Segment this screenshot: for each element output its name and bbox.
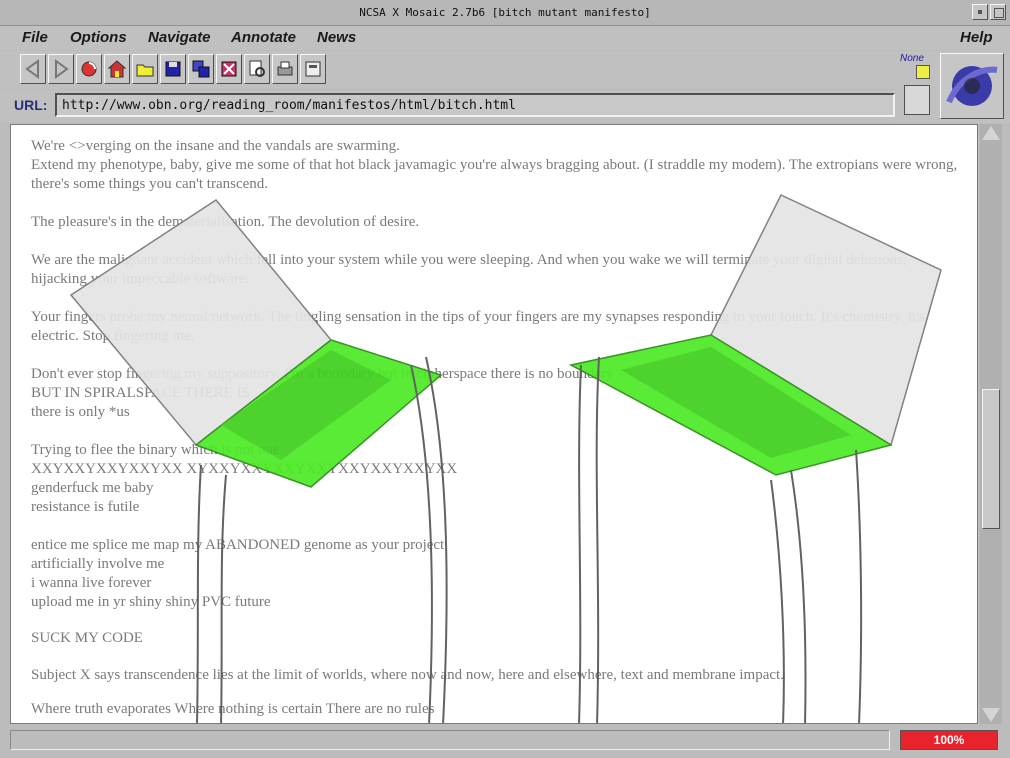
forward-button[interactable] bbox=[48, 54, 74, 84]
menu-news[interactable]: News bbox=[317, 29, 356, 46]
open-button[interactable] bbox=[132, 54, 158, 84]
minimize-button[interactable] bbox=[972, 4, 988, 20]
menu-options[interactable]: Options bbox=[70, 29, 127, 46]
find-button[interactable] bbox=[244, 54, 270, 84]
forward-icon bbox=[55, 59, 69, 79]
paragraph: Subject X says transcendence lies at the… bbox=[31, 667, 784, 683]
paragraph: SUCK MY CODE bbox=[31, 630, 143, 646]
clone-button[interactable] bbox=[188, 54, 214, 84]
progress-label: 100% bbox=[933, 733, 965, 747]
find-icon bbox=[249, 60, 265, 77]
menu-navigate[interactable]: Navigate bbox=[148, 29, 211, 46]
toolbar bbox=[0, 51, 1010, 89]
url-input[interactable]: http://www.obn.org/reading_room/manifest… bbox=[55, 93, 895, 117]
url-label: URL: bbox=[14, 97, 48, 113]
maximize-button[interactable] bbox=[990, 4, 1006, 20]
menu-file[interactable]: File bbox=[22, 29, 48, 46]
close-window-button[interactable] bbox=[216, 54, 242, 84]
back-button[interactable] bbox=[20, 54, 46, 84]
scroll-down-icon[interactable] bbox=[982, 708, 1000, 722]
scroll-up-icon[interactable] bbox=[982, 126, 1000, 140]
print-button[interactable] bbox=[272, 54, 298, 84]
back-icon bbox=[25, 59, 39, 79]
paragraph: Trying to flee the binary which is not o… bbox=[31, 442, 458, 515]
newsgroup-button[interactable] bbox=[300, 54, 326, 84]
title-bar: NCSA X Mosaic 2.7b6 [bitch mutant manife… bbox=[0, 0, 1010, 26]
home-icon bbox=[107, 60, 127, 78]
paragraph: We are the malignant accident which fell… bbox=[31, 252, 911, 287]
status-panel: None bbox=[900, 51, 1010, 123]
progress-indicator: 100% bbox=[900, 730, 998, 750]
close-window-icon bbox=[221, 61, 237, 77]
reload-icon bbox=[81, 61, 97, 77]
clone-icon bbox=[192, 60, 210, 78]
url-bar: URL: http://www.obn.org/reading_room/man… bbox=[0, 90, 900, 122]
document-icon[interactable] bbox=[904, 85, 930, 115]
reload-button[interactable] bbox=[76, 54, 102, 84]
open-icon bbox=[136, 64, 154, 77]
paragraph: The pleasure's in the dematerialisation.… bbox=[31, 214, 420, 230]
paragraph: Where truth evaporates Where nothing is … bbox=[31, 701, 435, 717]
scroll-thumb[interactable] bbox=[982, 389, 1000, 529]
paragraph: Your fingers probe my neural network. Th… bbox=[31, 309, 929, 344]
mosaic-logo[interactable] bbox=[940, 53, 1004, 119]
paragraph: entice me splice me map my ABANDONED gen… bbox=[31, 537, 445, 610]
annotation-none-label: None bbox=[900, 53, 924, 64]
lock-icon bbox=[916, 65, 930, 79]
document-view: We're <>verging on the insane and the va… bbox=[10, 124, 978, 724]
globe-icon bbox=[946, 66, 998, 106]
print-icon bbox=[277, 61, 293, 76]
status-message-field bbox=[10, 730, 890, 750]
status-bar: 100% bbox=[0, 726, 1010, 758]
paragraph: We're <>verging on the insane and the va… bbox=[31, 138, 958, 192]
menu-annotate[interactable]: Annotate bbox=[231, 29, 296, 46]
save-button[interactable] bbox=[160, 54, 186, 84]
menu-help[interactable]: Help bbox=[960, 29, 993, 46]
newsgroup-icon bbox=[305, 61, 321, 77]
save-icon bbox=[165, 61, 181, 77]
menu-bar: File Options Navigate Annotate News Help bbox=[0, 26, 1010, 50]
paragraph: Don't ever stop fingering my suppository… bbox=[31, 366, 614, 420]
vertical-scrollbar[interactable] bbox=[980, 124, 1002, 724]
home-button[interactable] bbox=[104, 54, 130, 84]
window-title: NCSA X Mosaic 2.7b6 [bitch mutant manife… bbox=[359, 6, 651, 19]
